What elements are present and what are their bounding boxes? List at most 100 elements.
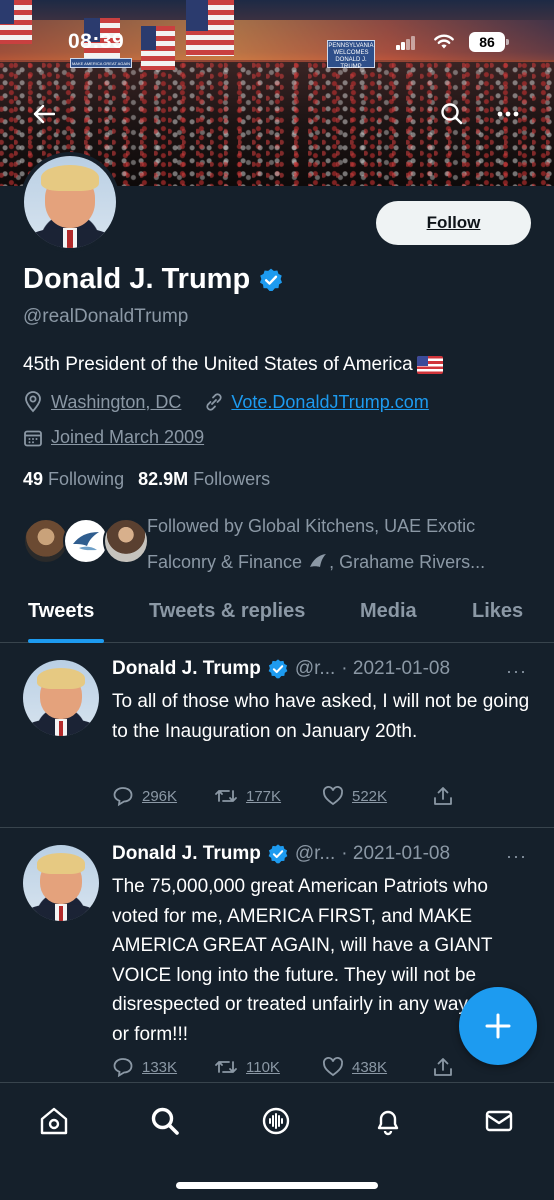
following-count: 49 bbox=[23, 469, 44, 489]
tweet-author-name[interactable]: Donald J. Trump bbox=[112, 658, 261, 680]
retweet-icon bbox=[215, 790, 237, 802]
reply-count: 296K bbox=[142, 787, 178, 805]
falcon-emoji-icon bbox=[310, 554, 327, 567]
reply-button[interactable]: 296K bbox=[112, 785, 214, 807]
share-icon bbox=[434, 787, 452, 805]
verified-badge-icon bbox=[268, 659, 288, 679]
tweet-author-avatar[interactable] bbox=[23, 845, 99, 921]
notifications-bell-icon bbox=[377, 1110, 399, 1136]
followers-stat[interactable]: 82.9M Followers bbox=[138, 469, 270, 490]
like-count: 522K bbox=[352, 787, 388, 805]
bio-text: 45th President of the United States of A… bbox=[23, 354, 413, 375]
like-heart-icon bbox=[323, 1057, 343, 1077]
tweet-author-avatar[interactable] bbox=[23, 660, 99, 736]
like-heart-icon bbox=[323, 786, 343, 806]
followers-count: 82.9M bbox=[138, 469, 189, 489]
compose-tweet-button[interactable] bbox=[459, 987, 537, 1065]
followed-by-rest: , Grahame Rivers... bbox=[329, 552, 486, 572]
following-stat[interactable]: 49 Following bbox=[23, 469, 124, 490]
status-bar: 08:39 86 bbox=[0, 30, 554, 54]
search-button[interactable] bbox=[434, 96, 470, 132]
banner-sign-small: MAKE AMERICA GREAT AGAIN bbox=[70, 58, 132, 68]
tab-media[interactable]: Media bbox=[360, 600, 417, 623]
tweet-date: · 2021-01-08 bbox=[341, 658, 451, 679]
profile-avatar[interactable] bbox=[20, 152, 120, 252]
back-arrow-icon bbox=[33, 104, 55, 124]
following-label: Following bbox=[48, 469, 125, 489]
nav-messages[interactable] bbox=[479, 1101, 519, 1141]
more-dots-icon bbox=[497, 111, 519, 117]
retweet-button[interactable]: 177K bbox=[214, 785, 322, 807]
like-button[interactable]: 522K bbox=[322, 785, 432, 807]
reply-button[interactable]: 133K bbox=[112, 1056, 214, 1078]
search-icon bbox=[151, 1107, 179, 1135]
retweet-icon bbox=[215, 1061, 237, 1073]
share-button[interactable] bbox=[432, 1056, 454, 1078]
home-icon bbox=[40, 1107, 68, 1135]
like-button[interactable]: 438K bbox=[322, 1056, 432, 1078]
tweet-header: Donald J. Trump @r... · 2021-01-08 bbox=[112, 658, 450, 680]
like-count: 438K bbox=[352, 1058, 388, 1076]
tab-likes[interactable]: Likes bbox=[472, 600, 523, 623]
share-button[interactable] bbox=[432, 785, 454, 807]
nav-home[interactable] bbox=[34, 1101, 74, 1141]
calendar-icon bbox=[24, 430, 42, 446]
tweet-more-button[interactable]: ··· bbox=[506, 661, 527, 682]
profile-bio: 45th President of the United States of A… bbox=[23, 354, 443, 376]
spaces-icon bbox=[262, 1107, 290, 1135]
home-indicator[interactable] bbox=[176, 1182, 378, 1189]
tweet-actions: 133K 110K 438K bbox=[112, 1056, 454, 1078]
tweet-actions: 296K 177K 522K bbox=[112, 785, 454, 807]
avatar-image bbox=[24, 156, 116, 248]
retweet-button[interactable]: 110K bbox=[214, 1056, 322, 1078]
back-button[interactable] bbox=[26, 96, 62, 132]
nav-notifications[interactable] bbox=[368, 1101, 408, 1141]
reply-count: 133K bbox=[142, 1058, 178, 1076]
messages-envelope-icon bbox=[485, 1110, 513, 1132]
profile-website-link[interactable]: Vote.DonaldJTrump.com bbox=[231, 392, 428, 413]
battery-indicator: 86 bbox=[469, 32, 509, 52]
tweet-date: · 2021-01-08 bbox=[341, 843, 451, 864]
link-icon bbox=[206, 393, 222, 411]
tab-tweets[interactable]: Tweets bbox=[28, 600, 94, 623]
profile-joined-row: Joined March 2009 bbox=[23, 427, 204, 448]
follow-button[interactable]: Follow bbox=[376, 201, 531, 245]
us-flag-icon bbox=[416, 356, 443, 374]
verified-badge-icon[interactable] bbox=[258, 267, 284, 293]
tab-tweets-and-replies[interactable]: Tweets & replies bbox=[149, 600, 305, 623]
verified-badge-icon bbox=[268, 844, 288, 864]
retweet-count: 177K bbox=[246, 787, 282, 805]
nav-search[interactable] bbox=[145, 1101, 185, 1141]
profile-handle: @realDonaldTrump bbox=[23, 306, 189, 327]
nav-spaces[interactable] bbox=[256, 1101, 296, 1141]
profile-location[interactable]: Washington, DC bbox=[51, 392, 181, 413]
profile-joined: Joined March 2009 bbox=[51, 427, 205, 447]
retweet-count: 110K bbox=[246, 1058, 280, 1076]
mutual-followers-avatars[interactable] bbox=[23, 518, 149, 566]
search-icon bbox=[441, 103, 463, 125]
tweet-item[interactable]: Donald J. Trump @r... · 2021-01-08 ··· T… bbox=[0, 643, 554, 828]
reply-icon bbox=[113, 787, 133, 807]
tweet-author-handle: @r... bbox=[294, 658, 336, 679]
profile-name: Donald J. Trump bbox=[23, 263, 251, 295]
profile-meta-row: Washington, DC Vote.DonaldJTrump.com bbox=[23, 391, 429, 413]
falcon-logo-icon bbox=[73, 532, 99, 551]
tweet-header: Donald J. Trump @r... · 2021-01-08 bbox=[112, 843, 450, 865]
status-time: 08:39 bbox=[68, 30, 125, 53]
profile-stats: 49 Following 82.9M Followers bbox=[23, 469, 270, 490]
tweet-text: To all of those who have asked, I will n… bbox=[112, 691, 530, 742]
plus-icon bbox=[485, 1013, 511, 1039]
tweet-more-button[interactable]: ··· bbox=[506, 846, 527, 867]
cellular-signal-icon bbox=[396, 36, 416, 50]
mutual-follower-avatar bbox=[103, 518, 149, 564]
followed-by-text[interactable]: Followed by Global Kitchens, UAE Exotic … bbox=[147, 508, 527, 580]
profile-name-row: Donald J. Trump bbox=[23, 263, 284, 296]
profile-tabs: Tweets Tweets & replies Media Likes bbox=[0, 590, 554, 643]
reply-icon bbox=[113, 1058, 133, 1078]
tweet-author-name[interactable]: Donald J. Trump bbox=[112, 843, 261, 865]
wifi-icon bbox=[434, 34, 454, 49]
location-pin-icon bbox=[25, 391, 41, 413]
followers-label: Followers bbox=[193, 469, 271, 489]
more-options-button[interactable] bbox=[490, 96, 526, 132]
tweet-author-handle: @r... bbox=[294, 843, 336, 864]
